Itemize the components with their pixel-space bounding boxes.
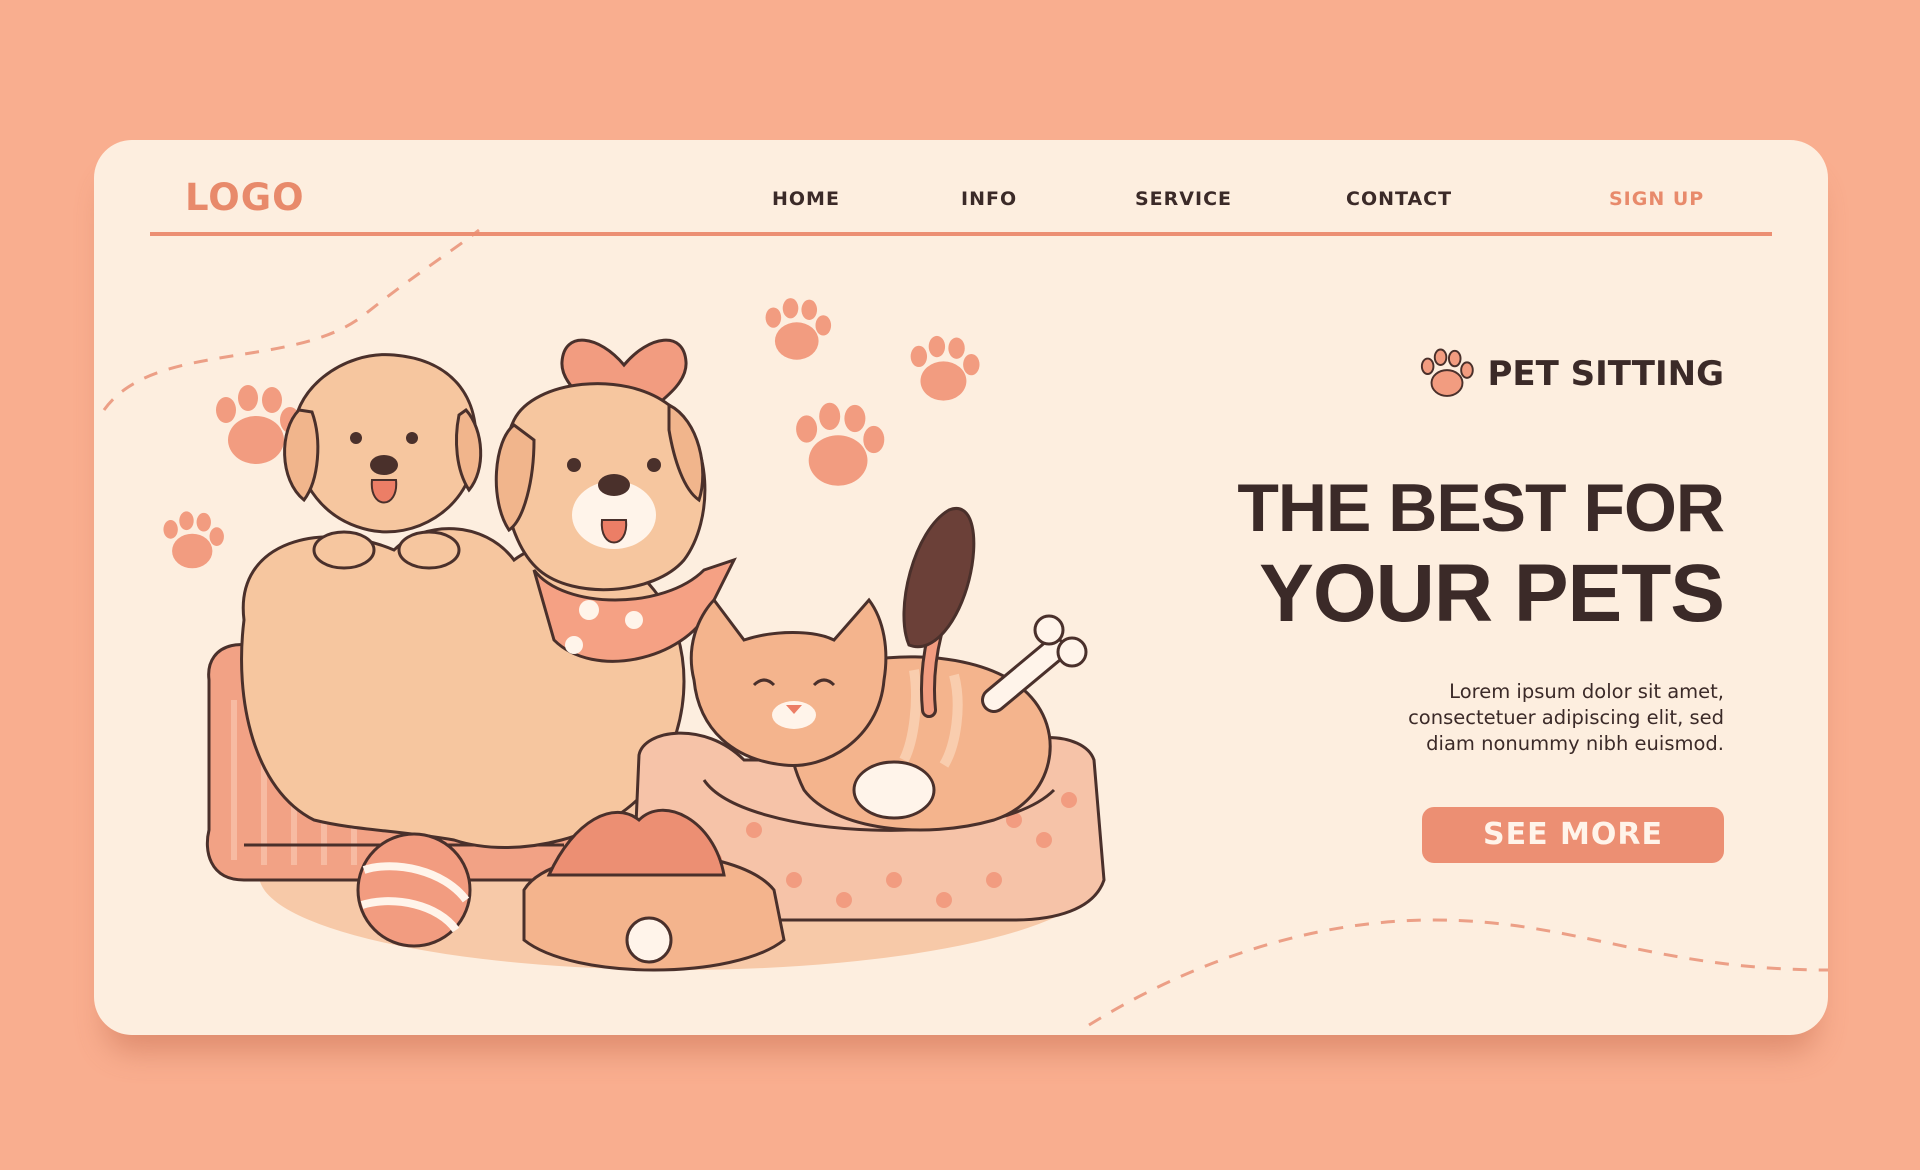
eyebrow: PET SITTING [1418, 345, 1725, 403]
bone-icon [981, 614, 1088, 713]
headline-line1: THE BEST FOR [1237, 470, 1725, 546]
nav-service[interactable]: SERVICE [1135, 188, 1232, 210]
sign-up-link[interactable]: SIGN UP [1609, 188, 1704, 210]
paw-icon [910, 335, 980, 401]
landing-card: LOGO HOME INFO SERVICE CONTACT SIGN UP P… [94, 140, 1828, 1035]
paw-icon [765, 298, 832, 360]
see-more-button[interactable]: SEE MORE [1422, 807, 1724, 863]
paw-icon [796, 402, 885, 486]
dashed-curve-bottom-right [1088, 918, 1828, 1027]
eyebrow-label: PET SITTING [1487, 354, 1725, 394]
headline: THE BEST FOR YOUR PETS [1124, 465, 1725, 639]
description-line: Lorem ipsum dolor sit amet, [1449, 680, 1724, 703]
description-line: diam nonummy nibh euismod. [1426, 732, 1724, 755]
hero-section: PET SITTING THE BEST FOR YOUR PETS Lorem… [1124, 345, 1725, 863]
paw-icon [1420, 348, 1474, 397]
description: Lorem ipsum dolor sit amet, consectetuer… [1124, 679, 1724, 757]
headline-line2: YOUR PETS [1259, 548, 1725, 639]
description-line: consectetuer adipiscing elit, sed [1408, 706, 1724, 729]
ball-icon [356, 832, 472, 948]
paw-icon [163, 511, 224, 569]
nav-home[interactable]: HOME [772, 188, 840, 210]
navbar: LOGO HOME INFO SERVICE CONTACT SIGN UP [150, 176, 1772, 236]
nav-info[interactable]: INFO [961, 188, 1017, 210]
nav-contact[interactable]: CONTACT [1346, 188, 1452, 210]
logo[interactable]: LOGO [185, 176, 305, 219]
